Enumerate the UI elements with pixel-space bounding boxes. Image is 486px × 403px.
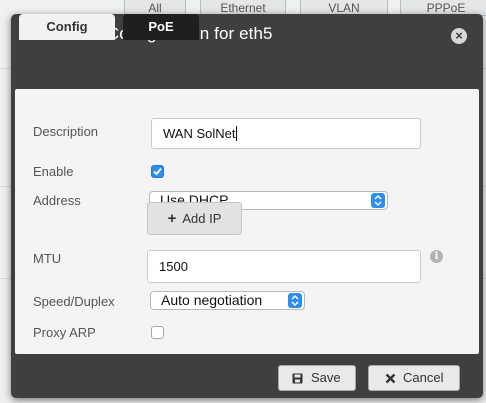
save-label: Save bbox=[311, 370, 341, 385]
floppy-disk-icon bbox=[292, 373, 303, 384]
close-icon[interactable]: × bbox=[451, 28, 467, 44]
description-value: WAN SolNet bbox=[163, 126, 236, 141]
description-label: Description bbox=[33, 124, 99, 139]
speed-duplex-label: Speed/Duplex bbox=[33, 294, 115, 309]
description-input[interactable]: WAN SolNet​ bbox=[151, 118, 421, 149]
config-panel: Description WAN SolNet​ Enable Address U… bbox=[15, 89, 479, 354]
proxy-arp-checkbox[interactable] bbox=[151, 326, 164, 339]
checkmark-icon bbox=[153, 167, 162, 176]
close-x-icon bbox=[385, 373, 396, 384]
speed-duplex-select[interactable]: Auto negotiation bbox=[150, 291, 305, 310]
plus-icon: + bbox=[167, 210, 177, 227]
enable-label: Enable bbox=[33, 164, 74, 179]
enable-checkbox[interactable] bbox=[151, 165, 164, 178]
tab-config[interactable]: Config bbox=[19, 14, 115, 40]
mtu-label: MTU bbox=[33, 251, 62, 266]
mtu-input[interactable]: 1500 bbox=[147, 250, 421, 283]
proxy-arp-label: Proxy ARP bbox=[33, 325, 96, 340]
info-icon[interactable]: i bbox=[430, 250, 443, 263]
cancel-button[interactable]: Cancel bbox=[368, 365, 460, 391]
mtu-value: 1500 bbox=[159, 259, 188, 274]
interface-config-dialog: Interface Configuration for eth5 × Confi… bbox=[11, 14, 483, 398]
cancel-label: Cancel bbox=[403, 370, 444, 385]
save-button[interactable]: Save bbox=[278, 365, 356, 391]
add-ip-label: Add IP bbox=[182, 211, 222, 226]
add-ip-button[interactable]: + Add IP bbox=[147, 202, 242, 235]
select-arrows-icon bbox=[371, 193, 385, 208]
text-caret: ​ bbox=[236, 126, 238, 141]
select-arrows-icon bbox=[288, 293, 302, 308]
address-label: Address bbox=[33, 193, 81, 208]
tab-poe[interactable]: PoE bbox=[123, 14, 199, 40]
dialog-footer: Save Cancel bbox=[11, 355, 483, 398]
speed-duplex-selected-value: Auto negotiation bbox=[161, 292, 263, 308]
